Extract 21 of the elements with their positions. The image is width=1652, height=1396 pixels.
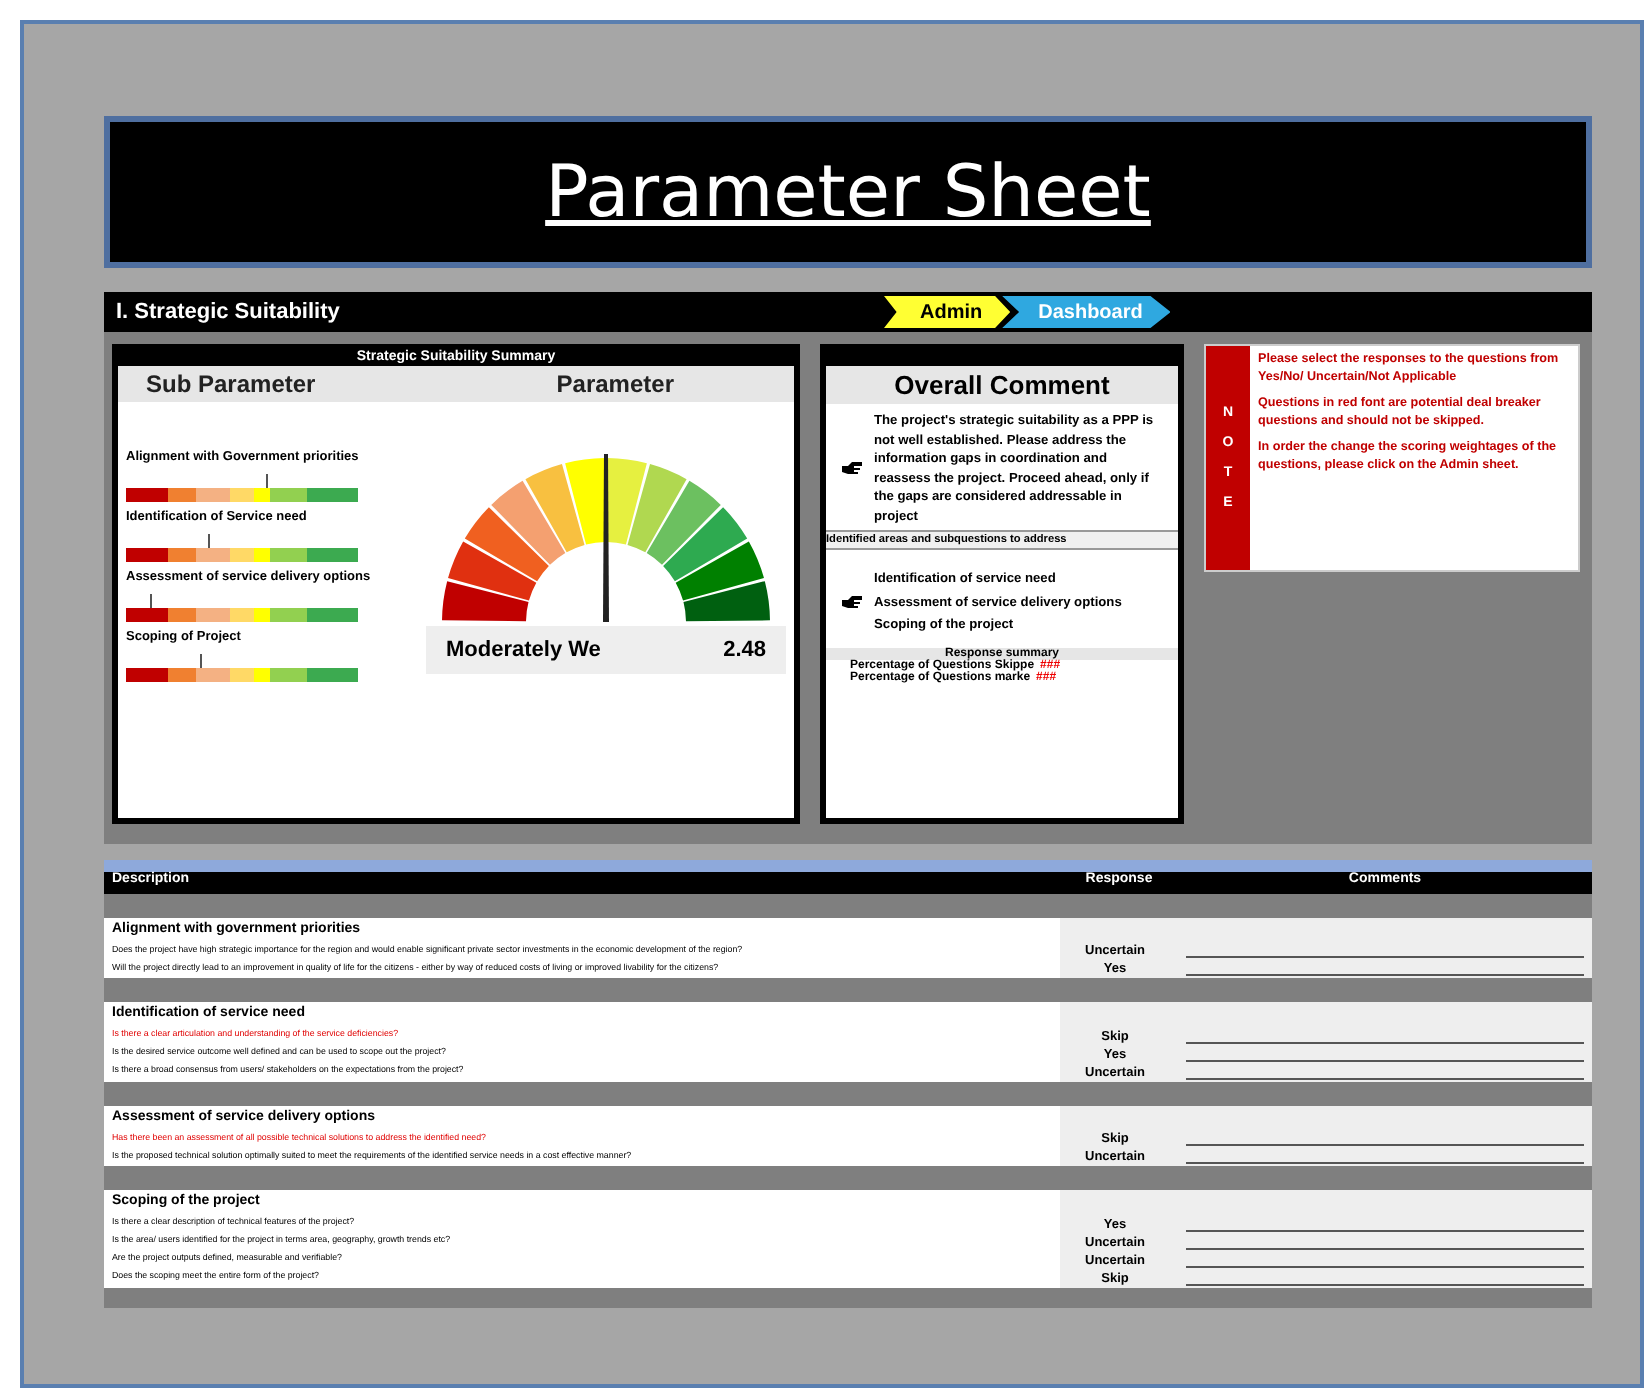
column-heading: Parameter xyxy=(556,370,674,398)
comment-line[interactable] xyxy=(1186,1059,1584,1062)
score-value: 2.48 xyxy=(723,638,766,662)
comment-line[interactable] xyxy=(1186,1077,1584,1080)
sheet-tab[interactable]: Admin xyxy=(884,296,1011,328)
panel-title: Overall Comment xyxy=(826,366,1178,404)
page-title: Parameter Sheet xyxy=(545,151,1151,233)
column-heading: Sub Parameter xyxy=(146,370,316,398)
pointing-hand-icon xyxy=(842,596,862,611)
comment-line[interactable] xyxy=(1186,1229,1584,1232)
comment-line[interactable] xyxy=(1186,974,1584,977)
comment-line[interactable] xyxy=(1186,1265,1584,1268)
comment-line[interactable] xyxy=(1186,1283,1584,1286)
pointing-hand-icon xyxy=(842,462,862,477)
comment-line[interactable] xyxy=(1186,1247,1584,1250)
comment-line[interactable] xyxy=(1186,1162,1584,1165)
rating-text: Moderately We xyxy=(446,638,601,662)
comment-line[interactable] xyxy=(1186,1041,1584,1044)
comment-line[interactable] xyxy=(1186,1144,1584,1147)
section-title: I. Strategic Suitability xyxy=(116,300,342,324)
comment-line[interactable] xyxy=(1186,956,1584,959)
